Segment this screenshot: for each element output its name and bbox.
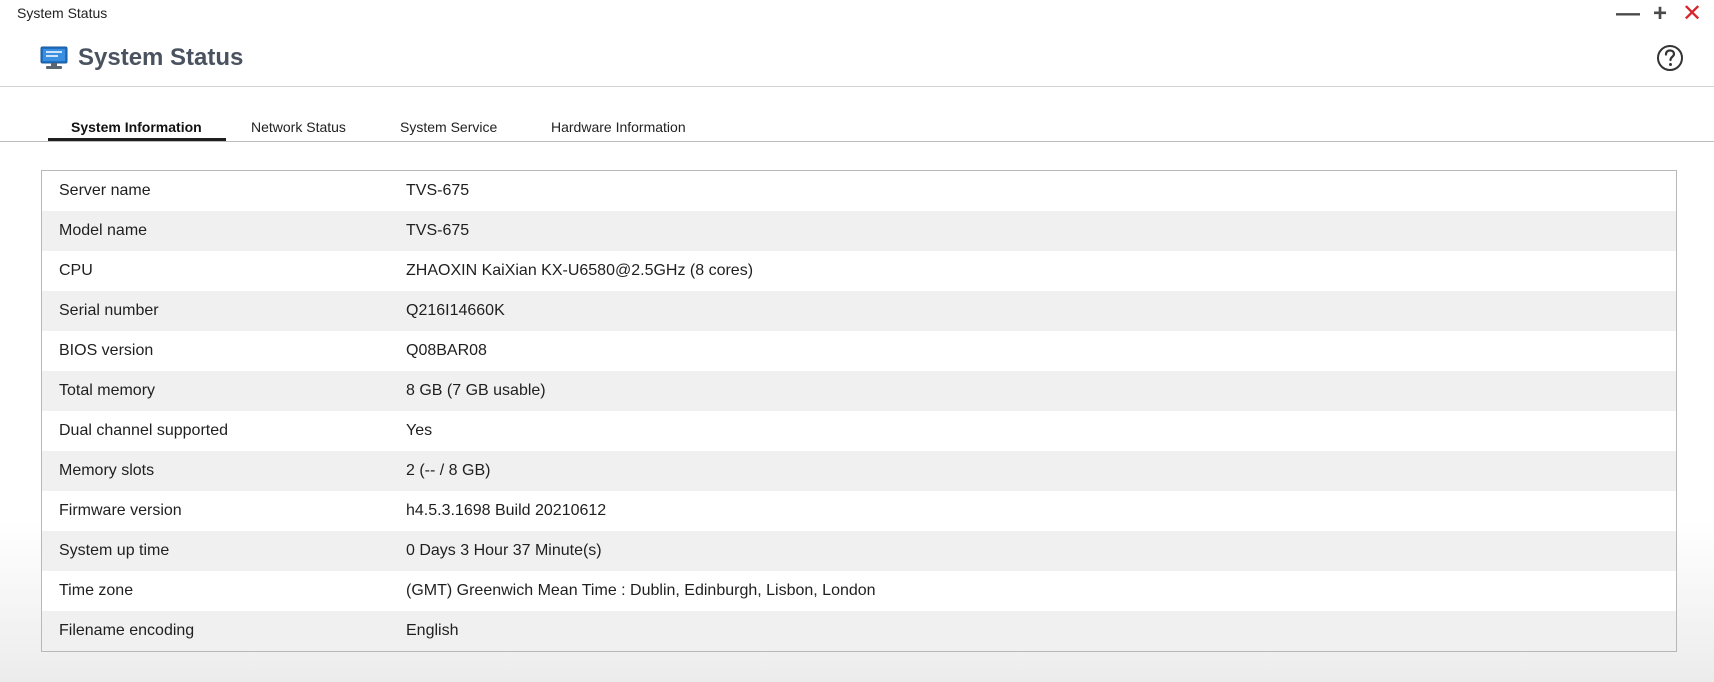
table-row: Firmware version h4.5.3.1698 Build 20210… xyxy=(42,491,1676,531)
row-value: 2 (-- / 8 GB) xyxy=(406,462,491,479)
row-label: CPU xyxy=(59,262,93,279)
close-icon[interactable]: ✕ xyxy=(1680,2,1704,26)
window-titlebar[interactable]: System Status — + ✕ xyxy=(0,0,1714,28)
row-value: ZHAOXIN KaiXian KX-U6580@2.5GHz (8 cores… xyxy=(406,262,754,279)
row-label: BIOS version xyxy=(59,342,154,359)
maximize-icon[interactable]: + xyxy=(1648,2,1672,26)
row-label: System up time xyxy=(59,542,170,559)
row-label: Serial number xyxy=(59,302,159,319)
tab-system-information[interactable]: System Information xyxy=(71,119,202,135)
row-label: Server name xyxy=(59,182,151,199)
table-row: Memory slots 2 (-- / 8 GB) xyxy=(42,451,1676,491)
row-value: Q216I14660K xyxy=(406,302,505,319)
row-label: Total memory xyxy=(59,382,156,399)
minimize-icon[interactable]: — xyxy=(1616,2,1640,26)
row-value: English xyxy=(406,622,459,639)
help-icon[interactable] xyxy=(1656,44,1684,72)
row-label: Model name xyxy=(59,222,148,239)
tab-network-status[interactable]: Network Status xyxy=(251,119,346,135)
row-value: h4.5.3.1698 Build 20210612 xyxy=(406,502,607,519)
tab-bar: System Information Network Status System… xyxy=(0,105,1714,142)
tab-system-service[interactable]: System Service xyxy=(400,119,497,135)
table-row: BIOS version Q08BAR08 xyxy=(42,331,1676,371)
table-row: Time zone (GMT) Greenwich Mean Time : Du… xyxy=(42,571,1676,611)
window-title: System Status xyxy=(17,5,108,21)
tab-hardware-information[interactable]: Hardware Information xyxy=(551,119,686,135)
table-row: System up time 0 Days 3 Hour 37 Minute(s… xyxy=(42,531,1676,571)
row-label: Time zone xyxy=(59,582,134,599)
row-label: Memory slots xyxy=(59,462,155,479)
page-title: System Status xyxy=(78,44,244,71)
table-row: Model name TVS-675 xyxy=(42,211,1676,251)
row-value: TVS-675 xyxy=(406,222,470,239)
row-value: TVS-675 xyxy=(406,182,470,199)
app-header: System Status xyxy=(0,30,1714,87)
row-label: Filename encoding xyxy=(59,622,195,639)
table-row: CPU ZHAOXIN KaiXian KX-U6580@2.5GHz (8 c… xyxy=(42,251,1676,291)
table-row: Server name TVS-675 xyxy=(42,171,1676,211)
table-row: Dual channel supported Yes xyxy=(42,411,1676,451)
row-value: (GMT) Greenwich Mean Time : Dublin, Edin… xyxy=(406,582,876,599)
row-value: 8 GB (7 GB usable) xyxy=(406,382,546,399)
system-info-table: Server name TVS-675 Model name TVS-675 C… xyxy=(41,170,1677,652)
monitor-icon xyxy=(40,46,68,69)
table-row: Serial number Q216I14660K xyxy=(42,291,1676,331)
row-value: Yes xyxy=(406,422,433,439)
row-label: Dual channel supported xyxy=(59,422,229,439)
row-value: 0 Days 3 Hour 37 Minute(s) xyxy=(406,542,602,559)
system-status-window: System Status — + ✕ System Status System… xyxy=(0,0,1714,682)
table-row: Total memory 8 GB (7 GB usable) xyxy=(42,371,1676,411)
row-value: Q08BAR08 xyxy=(406,342,487,359)
table-row: Filename encoding English xyxy=(42,611,1676,651)
row-label: Firmware version xyxy=(59,502,182,519)
active-tab-indicator xyxy=(48,138,226,141)
